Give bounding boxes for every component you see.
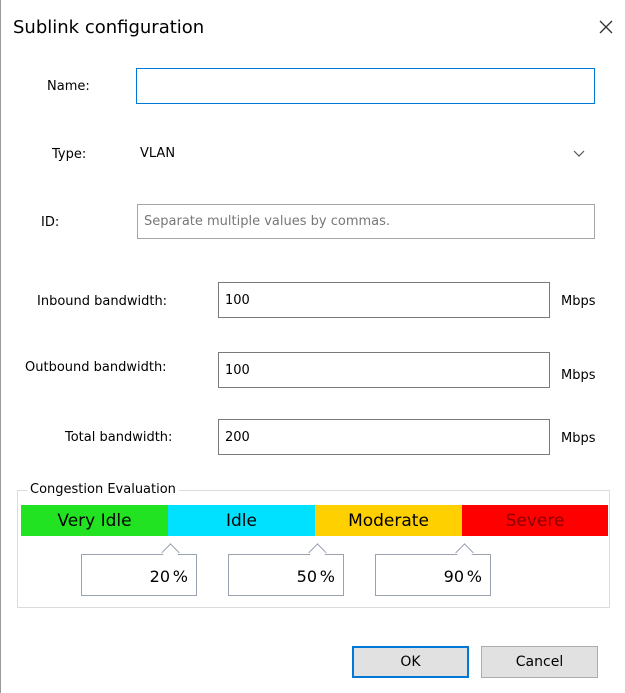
ok-button[interactable]: OK xyxy=(352,646,469,678)
inbound-bandwidth-label: Inbound bandwidth: xyxy=(37,294,168,309)
close-icon xyxy=(599,20,613,34)
type-select[interactable]: VLAN xyxy=(135,137,597,171)
close-button[interactable] xyxy=(593,14,619,40)
total-bandwidth-input[interactable] xyxy=(218,419,550,455)
threshold-3-unit: % xyxy=(466,567,482,586)
total-unit: Mbps xyxy=(561,431,596,446)
id-label: ID: xyxy=(41,215,60,230)
threshold-2-unit: % xyxy=(319,567,335,586)
outbound-bandwidth-label: Outbound bandwidth: xyxy=(25,360,167,375)
threshold-2-value: 50 xyxy=(296,567,317,586)
chevron-down-icon xyxy=(573,150,585,157)
total-bandwidth-label: Total bandwidth: xyxy=(65,430,173,445)
name-label: Name: xyxy=(47,79,90,94)
level-severe: Severe xyxy=(462,505,608,536)
outbound-bandwidth-input[interactable] xyxy=(218,352,550,388)
threshold-2-field[interactable]: 50 % xyxy=(228,543,344,596)
type-select-value: VLAN xyxy=(140,146,176,161)
level-moderate: Moderate xyxy=(315,505,462,536)
threshold-1-field[interactable]: 20 % xyxy=(81,543,197,596)
outbound-unit: Mbps xyxy=(561,368,596,383)
level-very-idle: Very Idle xyxy=(21,505,168,536)
level-idle: Idle xyxy=(168,505,315,536)
threshold-3-value: 90 xyxy=(443,567,464,586)
threshold-1-value: 20 xyxy=(149,567,170,586)
inbound-unit: Mbps xyxy=(561,294,596,309)
threshold-3-field[interactable]: 90 % xyxy=(375,543,491,596)
dialog-title: Sublink configuration xyxy=(13,17,205,38)
inbound-bandwidth-input[interactable] xyxy=(218,282,550,318)
id-input[interactable] xyxy=(137,204,595,239)
dropdown-button[interactable] xyxy=(562,138,596,170)
congestion-group-title: Congestion Evaluation xyxy=(27,482,179,497)
type-label: Type: xyxy=(52,147,87,162)
sublink-config-dialog: Sublink configuration Name: Type: VLAN I… xyxy=(0,0,625,693)
name-input[interactable] xyxy=(136,68,595,104)
threshold-1-unit: % xyxy=(172,567,188,586)
cancel-button[interactable]: Cancel xyxy=(481,646,598,678)
